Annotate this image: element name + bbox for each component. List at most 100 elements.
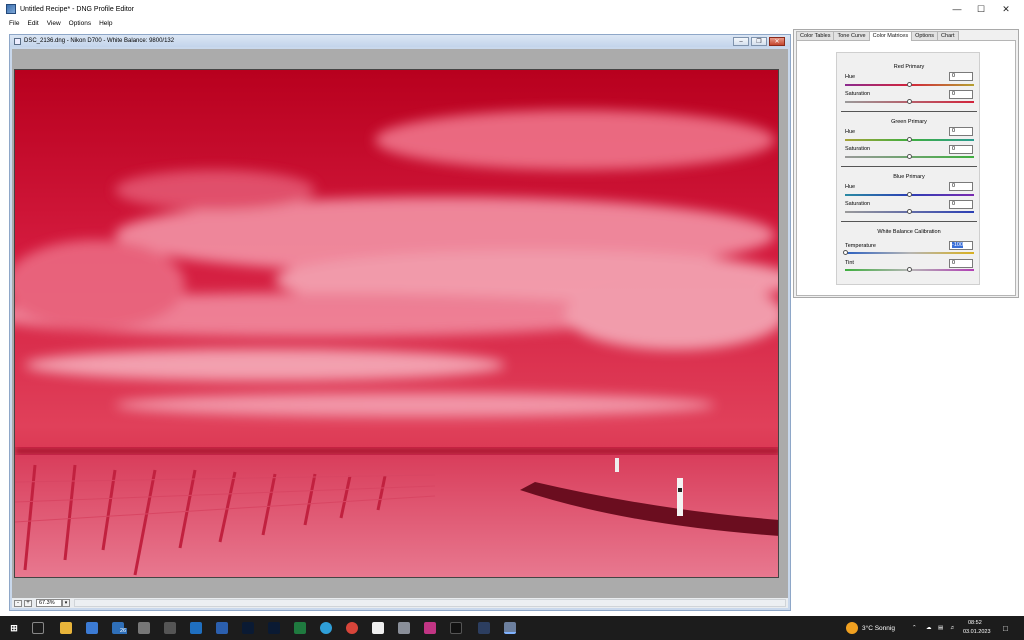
green-saturation-input[interactable]: 0 [949, 145, 973, 154]
app-icon [6, 4, 16, 14]
image-window: DSC_2136.dng - Nikon D700 - White Balanc… [9, 34, 791, 611]
title-bar: Untitled Recipe* - DNG Profile Editor — … [0, 0, 1024, 18]
weather-sun-icon [846, 622, 858, 634]
tab-chart[interactable]: Chart [937, 31, 959, 40]
menu-edit[interactable]: Edit [23, 20, 42, 27]
volume-icon[interactable]: ♬ [950, 625, 956, 631]
excel-icon[interactable] [294, 622, 306, 634]
green-saturation-label: Saturation [845, 146, 871, 152]
blue-saturation-label: Saturation [845, 201, 871, 207]
app-c-icon[interactable] [478, 622, 490, 634]
zoom-out-button[interactable]: - [14, 599, 22, 607]
notepad-icon[interactable] [372, 622, 384, 634]
windows-start-icon[interactable]: ⊞ [8, 622, 20, 634]
red-primary-title: Red Primary [893, 64, 925, 70]
menu-options[interactable]: Options [65, 20, 95, 27]
color-matrices-group: Red Primary Hue 0 Saturation 0 Green Pri… [836, 52, 980, 285]
blue-hue-input[interactable]: 0 [949, 182, 973, 191]
menu-view[interactable]: View [43, 20, 65, 27]
red-hue-thumb[interactable] [907, 82, 912, 87]
image-canvas-area [12, 49, 788, 604]
tint-thumb[interactable] [907, 267, 912, 272]
chrome-icon[interactable] [346, 622, 358, 634]
temperature-input[interactable]: -100 [949, 241, 973, 250]
blue-primary-title: Blue Primary [893, 174, 925, 180]
menu-bar: File Edit View Options Help [0, 18, 1024, 29]
settings-icon[interactable] [138, 622, 150, 634]
tint-input[interactable]: 0 [949, 259, 973, 268]
clock-time[interactable]: 08:52 [968, 620, 982, 626]
white-balance-title: White Balance Calibration [877, 229, 941, 235]
red-saturation-thumb[interactable] [907, 99, 912, 104]
tint-label: Tint [845, 260, 854, 266]
photoshop-icon[interactable] [268, 622, 280, 634]
tray-chevron-icon[interactable]: ⌃ [912, 625, 917, 631]
tab-color-tables[interactable]: Color Tables [796, 31, 835, 40]
red-hue-input[interactable]: 0 [949, 72, 973, 81]
clock-date[interactable]: 03.01.2023 [963, 629, 991, 635]
close-icon[interactable]: ✕ [994, 0, 1018, 18]
red-saturation-input[interactable]: 0 [949, 90, 973, 99]
store-icon[interactable] [86, 622, 98, 634]
dng-profile-editor-taskbar-icon[interactable] [504, 622, 516, 634]
blue-saturation-input[interactable]: 0 [949, 200, 973, 209]
green-hue-label: Hue [845, 129, 856, 135]
zoom-field[interactable]: 67.3% [36, 599, 62, 607]
image-status-bar: - + 67.3% ▾ [12, 598, 788, 608]
instagram-icon[interactable] [424, 622, 436, 634]
minimize-icon[interactable]: — [945, 0, 969, 18]
menu-file[interactable]: File [0, 20, 23, 27]
infrared-landscape-image [15, 70, 778, 577]
network-icon[interactable]: ▤ [938, 625, 943, 631]
image-window-title-bar: DSC_2136.dng - Nikon D700 - White Balanc… [10, 35, 790, 47]
edge-icon[interactable] [320, 622, 332, 634]
task-view-icon[interactable] [32, 622, 44, 634]
temperature-value: -100 [952, 242, 964, 248]
green-section-divider [841, 166, 977, 167]
temperature-label: Temperature [845, 243, 876, 249]
window-title: Untitled Recipe* - DNG Profile Editor [20, 5, 134, 13]
file-explorer-icon[interactable] [60, 622, 72, 634]
cloud-icon[interactable]: ☁ [926, 625, 932, 631]
zoom-dropdown-icon[interactable]: ▾ [62, 599, 70, 607]
blue-hue-label: Hue [845, 184, 856, 190]
green-primary-title: Green Primary [891, 119, 927, 125]
notification-icon[interactable]: □ [1003, 624, 1008, 633]
maximize-icon[interactable]: ☐ [969, 0, 993, 18]
weather-text[interactable]: 3°C Sonnig [862, 625, 895, 632]
tab-options[interactable]: Options [911, 31, 939, 40]
calculator-icon[interactable] [164, 622, 176, 634]
green-hue-input[interactable]: 0 [949, 127, 973, 136]
red-section-divider [841, 111, 977, 112]
green-hue-thumb[interactable] [907, 137, 912, 142]
blue-hue-thumb[interactable] [907, 192, 912, 197]
blue-section-divider [841, 221, 977, 222]
mdi-close-icon[interactable]: ✕ [769, 37, 785, 46]
tab-tone-curve[interactable]: Tone Curve [833, 31, 870, 40]
red-hue-label: Hue [845, 74, 856, 80]
blue-saturation-thumb[interactable] [907, 209, 912, 214]
word-icon[interactable] [216, 622, 228, 634]
photo-preview[interactable] [14, 69, 779, 578]
red-saturation-label: Saturation [845, 91, 871, 97]
workspace: DSC_2136.dng - Nikon D700 - White Balanc… [0, 29, 1024, 616]
color-matrices-page: Red Primary Hue 0 Saturation 0 Green Pri… [796, 40, 1016, 296]
dark-app-icon[interactable] [450, 622, 462, 634]
mdi-minimize-icon[interactable]: – [733, 37, 749, 46]
color-panel: Color Tables Tone Curve Color Matrices O… [793, 29, 1019, 298]
taskbar: ⊞ 26 3°C Sonnig ⌃ ☁ ▤ ♬ 08:52 03.01.2023… [0, 616, 1024, 640]
temperature-slider[interactable] [845, 252, 974, 254]
document-icon [14, 37, 21, 45]
tab-color-matrices[interactable]: Color Matrices [868, 31, 913, 41]
horizontal-scrollbar[interactable] [74, 599, 786, 607]
temperature-thumb[interactable] [843, 250, 848, 255]
lightroom-classic-icon[interactable] [242, 622, 254, 634]
outlook-icon[interactable] [190, 622, 202, 634]
zoom-in-button[interactable]: + [24, 599, 32, 607]
app-icon-grey[interactable] [398, 622, 410, 634]
menu-help[interactable]: Help [95, 20, 116, 27]
green-saturation-thumb[interactable] [907, 154, 912, 159]
mdi-restore-icon[interactable]: ❐ [751, 37, 767, 46]
image-window-title: DSC_2136.dng - Nikon D700 - White Balanc… [24, 38, 175, 44]
mail-badge: 26 [119, 628, 128, 634]
